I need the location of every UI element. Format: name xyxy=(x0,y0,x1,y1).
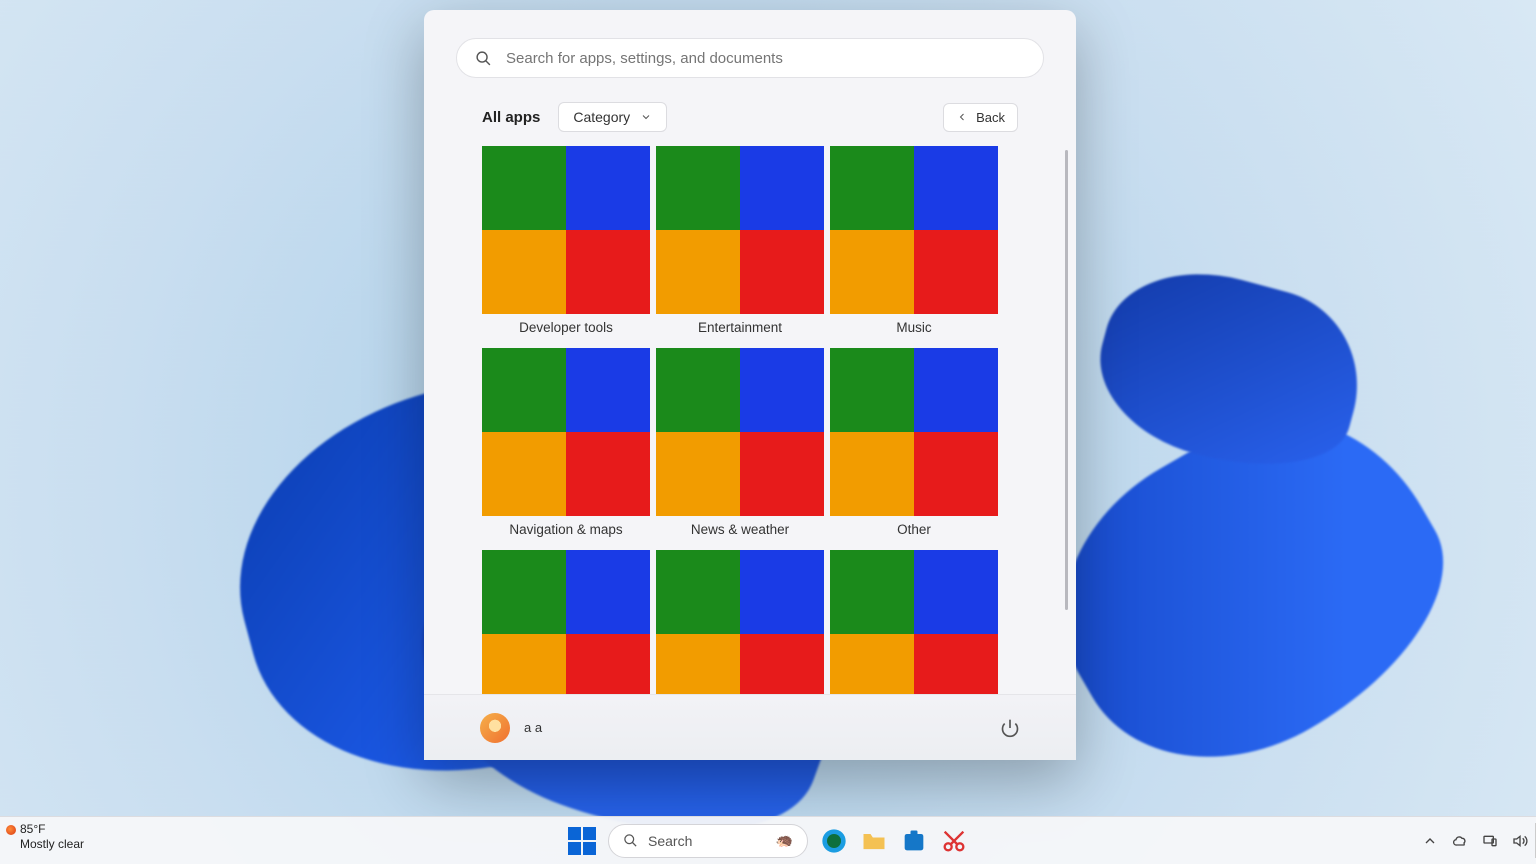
category-news-weather[interactable]: News & weather xyxy=(656,348,824,544)
scrollbar[interactable] xyxy=(1065,150,1068,610)
view-dropdown-label: Category xyxy=(573,109,630,125)
edge-icon xyxy=(820,827,848,855)
taskbar-edge-icon[interactable] xyxy=(820,827,848,855)
category-tile xyxy=(482,550,650,694)
category-tile xyxy=(830,146,998,314)
taskbar-search-label: Search xyxy=(648,833,692,849)
category-label: Music xyxy=(896,320,931,338)
devices-icon[interactable] xyxy=(1482,833,1498,849)
taskbar-search[interactable]: Search 🦔 xyxy=(608,824,808,858)
category-label: Other xyxy=(897,522,931,540)
folder-icon xyxy=(860,827,888,855)
taskbar: 85°F Mostly clear Search 🦔 xyxy=(0,816,1536,864)
category-tile xyxy=(656,348,824,516)
category-tile xyxy=(482,146,650,314)
user-avatar[interactable] xyxy=(480,713,510,743)
category-label: Navigation & maps xyxy=(509,522,622,540)
all-apps-heading: All apps xyxy=(482,109,540,126)
category-tile xyxy=(656,550,824,694)
store-icon xyxy=(900,827,928,855)
volume-icon[interactable] xyxy=(1512,833,1528,849)
start-footer: a a xyxy=(424,694,1076,760)
category-tile xyxy=(830,550,998,694)
category-tile xyxy=(482,348,650,516)
snipping-icon xyxy=(940,827,968,855)
weather-widget[interactable]: 85°F Mostly clear xyxy=(6,822,84,852)
cloud-icon[interactable] xyxy=(1452,833,1468,849)
search-input[interactable] xyxy=(506,50,1025,67)
category-grid: Developer tools Entertainment Music Navi… xyxy=(482,146,1034,694)
category-item[interactable] xyxy=(482,550,650,694)
category-item[interactable] xyxy=(656,550,824,694)
search-highlight-icon: 🦔 xyxy=(776,832,793,849)
category-tile xyxy=(656,146,824,314)
start-menu: All apps Category Back Developer tools E… xyxy=(424,10,1076,760)
category-label: Entertainment xyxy=(698,320,782,338)
search-icon xyxy=(475,50,492,67)
category-label: News & weather xyxy=(691,522,789,540)
chevron-left-icon xyxy=(956,111,968,123)
user-name[interactable]: a a xyxy=(524,720,542,735)
start-button[interactable] xyxy=(568,827,596,855)
category-music[interactable]: Music xyxy=(830,146,998,342)
taskbar-explorer-icon[interactable] xyxy=(860,827,888,855)
taskbar-snipping-icon[interactable] xyxy=(940,827,968,855)
chevron-up-icon[interactable] xyxy=(1422,833,1438,849)
search-icon xyxy=(623,833,638,848)
back-button-label: Back xyxy=(976,110,1005,125)
category-navigation-maps[interactable]: Navigation & maps xyxy=(482,348,650,544)
category-developer-tools[interactable]: Developer tools xyxy=(482,146,650,342)
back-button[interactable]: Back xyxy=(943,103,1018,132)
view-dropdown[interactable]: Category xyxy=(558,102,667,132)
category-entertainment[interactable]: Entertainment xyxy=(656,146,824,342)
category-other[interactable]: Other xyxy=(830,348,998,544)
category-label: Developer tools xyxy=(519,320,613,338)
power-icon xyxy=(1000,718,1020,738)
taskbar-store-icon[interactable] xyxy=(900,827,928,855)
chevron-down-icon xyxy=(640,111,652,123)
weather-temp: 85°F xyxy=(20,822,84,837)
weather-icon xyxy=(6,825,16,835)
weather-status: Mostly clear xyxy=(20,837,84,852)
power-button[interactable] xyxy=(1000,718,1020,738)
category-tile xyxy=(830,348,998,516)
category-item[interactable] xyxy=(830,550,998,694)
search-box[interactable] xyxy=(456,38,1044,78)
